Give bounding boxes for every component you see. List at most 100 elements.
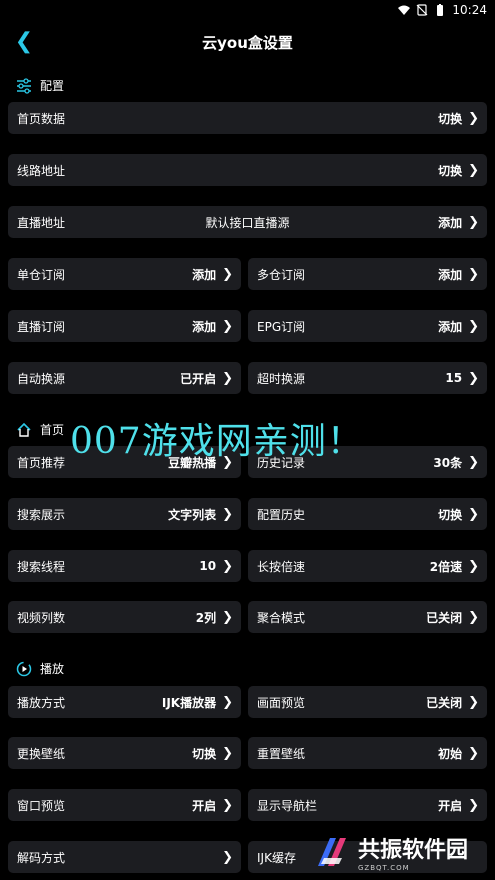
reset-wallpaper-row[interactable]: 重置壁纸 初始 ❯	[248, 737, 487, 769]
chevron-right-icon: ❯	[468, 797, 479, 813]
chevron-right-icon: ❯	[222, 506, 233, 522]
sliders-icon	[17, 77, 31, 94]
row-label: 超时换源	[257, 371, 306, 386]
row-value: 添加	[192, 319, 217, 334]
chevron-right-icon: ❯	[222, 694, 233, 710]
chevron-right-icon: ❯	[222, 609, 233, 625]
home-data-row[interactable]: 首页数据 切换 ❯	[8, 102, 487, 134]
chevron-right-icon: ❯	[468, 506, 479, 522]
chevron-right-icon: ❯	[222, 558, 233, 574]
play-method-row[interactable]: 播放方式 IJK播放器 ❯	[8, 686, 241, 718]
row-value: 初始	[438, 746, 463, 761]
timeout-switch-row[interactable]: 超时换源 15 ❯	[248, 362, 487, 394]
chevron-right-icon: ❯	[468, 694, 479, 710]
multi-sub-row[interactable]: 多仓订阅 添加 ❯	[248, 258, 487, 290]
row-label: 画面预览	[257, 695, 306, 710]
row-value: 添加	[192, 267, 217, 282]
chevron-right-icon: ❯	[468, 745, 479, 761]
live-sub-row[interactable]: 直播订阅 添加 ❯	[8, 310, 241, 342]
section-home: 首页	[16, 421, 64, 438]
home-icon	[17, 422, 31, 437]
status-bar: 10:24	[0, 0, 495, 20]
config-history-row[interactable]: 配置历史 切换 ❯	[248, 498, 487, 530]
row-label: 搜索线程	[17, 559, 66, 574]
chevron-right-icon: ❯	[222, 849, 233, 865]
row-label: 配置历史	[257, 507, 306, 522]
live-address-row[interactable]: 直播地址 默认接口直播源 添加 ❯	[8, 206, 487, 238]
chevron-right-icon: ❯	[468, 110, 479, 126]
row-value: IJK播放器	[161, 695, 217, 710]
chevron-right-icon: ❯	[222, 318, 233, 334]
row-value: 2列	[195, 610, 217, 625]
row-value: 开启	[438, 798, 463, 813]
row-label: IJK缓存	[257, 850, 296, 865]
chevron-right-icon: ❯	[222, 266, 233, 282]
row-value: 30条	[433, 455, 463, 470]
logo-mark-icon	[318, 838, 346, 866]
row-label: 首页数据	[17, 111, 66, 126]
play-circle-icon	[16, 661, 32, 676]
chevron-right-icon: ❯	[222, 797, 233, 813]
row-value: 切换	[192, 746, 217, 761]
no-sim-icon	[416, 4, 428, 16]
section-config: 配置	[16, 77, 64, 94]
site-logo: 共振软件园 GZBQT.COM	[312, 828, 492, 876]
row-value: 切换	[438, 507, 463, 522]
row-value: 2倍速	[429, 559, 463, 574]
row-value: 10	[199, 559, 217, 573]
row-label: 首页推荐	[17, 455, 66, 470]
logo-domain: GZBQT.COM	[358, 864, 410, 872]
row-value: 切换	[438, 163, 463, 178]
row-label: 单仓订阅	[17, 267, 66, 282]
back-icon[interactable]: ❮	[12, 30, 36, 54]
row-label: 自动换源	[17, 371, 66, 386]
row-label: EPG订阅	[257, 319, 306, 334]
chevron-right-icon: ❯	[222, 745, 233, 761]
row-label: 多仓订阅	[257, 267, 306, 282]
chevron-right-icon: ❯	[468, 609, 479, 625]
epg-sub-row[interactable]: EPG订阅 添加 ❯	[248, 310, 487, 342]
row-label: 显示导航栏	[257, 798, 318, 813]
row-value: 已开启	[180, 371, 217, 386]
row-label: 窗口预览	[17, 798, 66, 813]
aggregate-mode-row[interactable]: 聚合模式 已关闭 ❯	[248, 601, 487, 633]
row-value: 文字列表	[168, 507, 217, 522]
row-value: 已关闭	[426, 610, 463, 625]
auto-switch-row[interactable]: 自动换源 已开启 ❯	[8, 362, 241, 394]
row-label: 直播订阅	[17, 319, 66, 334]
clock: 10:24	[452, 3, 487, 17]
chevron-right-icon: ❯	[468, 266, 479, 282]
chevron-right-icon: ❯	[222, 370, 233, 386]
route-row[interactable]: 线路地址 切换 ❯	[8, 154, 487, 186]
section-title: 播放	[40, 662, 65, 676]
wifi-icon	[398, 5, 411, 15]
search-display-row[interactable]: 搜索展示 文字列表 ❯	[8, 498, 241, 530]
live-source-name: 默认接口直播源	[205, 215, 290, 230]
section-play: 播放	[16, 660, 64, 677]
row-label: 长按倍速	[257, 559, 306, 574]
section-title: 首页	[40, 423, 65, 437]
app-header: ❮ 云you盒设置	[0, 22, 495, 62]
chevron-right-icon: ❯	[468, 214, 479, 230]
row-label: 重置壁纸	[257, 746, 306, 761]
row-value: 添加	[438, 319, 463, 334]
row-value: 添加	[438, 215, 463, 230]
row-label: 搜索展示	[17, 507, 66, 522]
decode-method-row[interactable]: 解码方式 ❯	[8, 841, 241, 873]
search-threads-row[interactable]: 搜索线程 10 ❯	[8, 550, 241, 582]
show-nav-bar-row[interactable]: 显示导航栏 开启 ❯	[248, 789, 487, 821]
long-press-speed-row[interactable]: 长按倍速 2倍速 ❯	[248, 550, 487, 582]
row-label: 播放方式	[17, 695, 66, 710]
window-preview-row[interactable]: 窗口预览 开启 ❯	[8, 789, 241, 821]
video-columns-row[interactable]: 视频列数 2列 ❯	[8, 601, 241, 633]
row-label: 更换壁纸	[17, 746, 66, 761]
single-sub-row[interactable]: 单仓订阅 添加 ❯	[8, 258, 241, 290]
change-wallpaper-row[interactable]: 更换壁纸 切换 ❯	[8, 737, 241, 769]
row-value: 已关闭	[426, 695, 463, 710]
row-label: 解码方式	[17, 850, 66, 865]
watermark-text: 007游戏网亲测！	[70, 421, 364, 462]
row-label: 直播地址	[17, 215, 66, 230]
row-value: 15	[445, 371, 463, 385]
battery-icon	[437, 4, 444, 16]
picture-preview-row[interactable]: 画面预览 已关闭 ❯	[248, 686, 487, 718]
